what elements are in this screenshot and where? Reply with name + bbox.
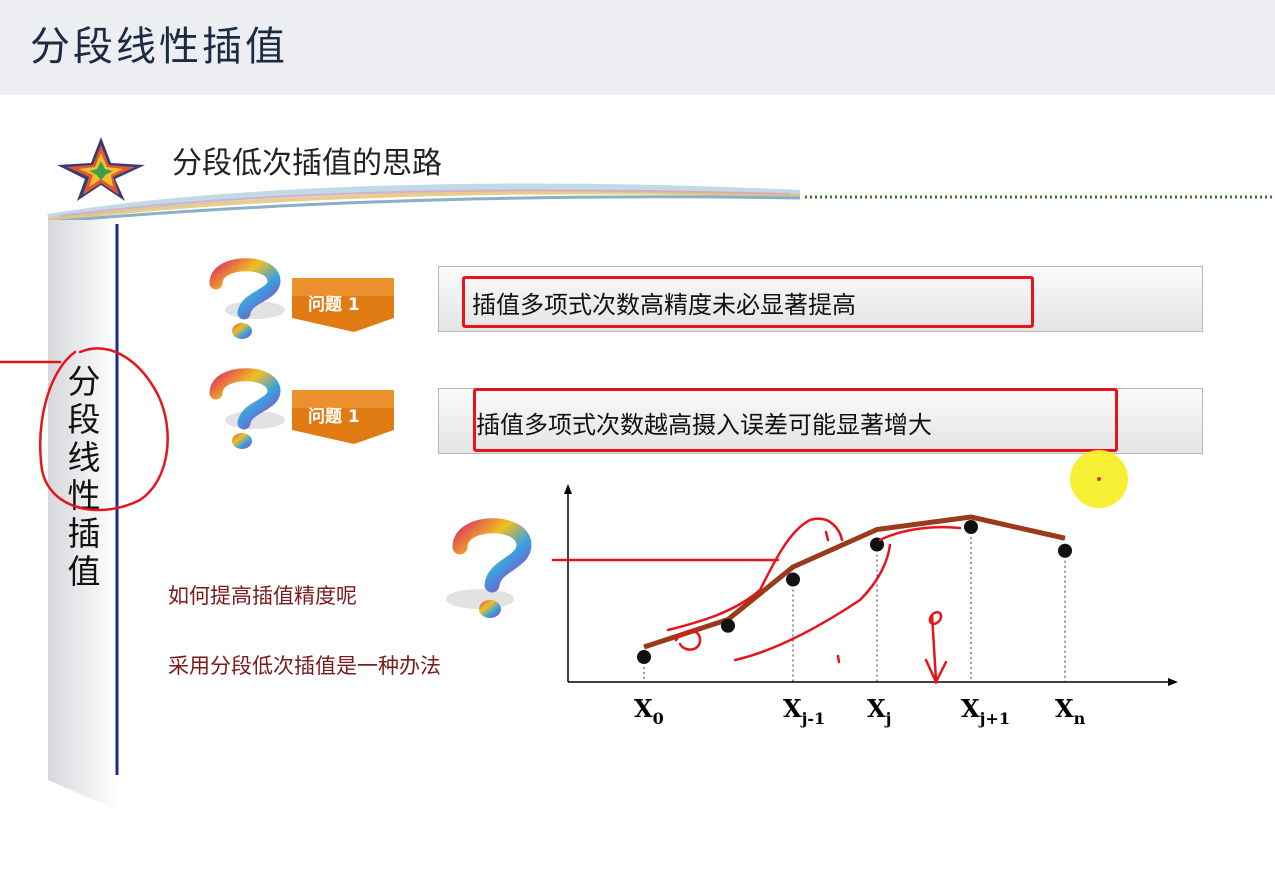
side-char: 插 [67,514,101,553]
section-title: 分段低次插值的思路 [172,146,442,181]
red-annotation-box-2 [473,388,1118,452]
annotation-stroke [836,654,841,664]
question-tag-1: 问题 1 [284,276,396,334]
note-answer: 采用分段低次插值是一种办法 [168,654,441,678]
annotation-stroke [733,543,892,662]
tag-label: 问题 1 [308,295,360,315]
side-char: 线 [67,438,101,477]
side-char: 分 [67,362,101,401]
x-tick-label: Xj-1 [783,694,825,728]
annotation-stroke [666,517,844,632]
side-panel-label: 分 段 线 性 插 值 [60,363,108,591]
page-title: 分段线性插值 [30,24,288,70]
y-axis-arrow [564,484,572,494]
x-tick-label: Xj [867,694,891,728]
side-char: 段 [67,400,101,439]
question-tag-2: 问题 1 [284,388,396,446]
cursor-highlight-icon [1070,450,1128,508]
data-point [637,650,651,664]
annotation-stroke [878,525,962,542]
annotation-arrow [924,611,948,685]
piecewise-linear-series [643,514,1066,650]
x-tick-label: X0 [634,694,664,728]
tag-label: 问题 1 [308,407,360,427]
x-axis-arrow [1168,678,1178,686]
red-annotation-box-1 [462,276,1034,328]
data-point [964,520,978,534]
data-point [786,572,800,587]
question-mark-icon [209,258,285,339]
side-char: 值 [67,552,101,591]
question-mark-icon [446,518,532,618]
data-point [1058,543,1072,558]
side-char: 性 [67,476,101,515]
data-point [870,537,884,552]
annotation-stroke [674,629,702,651]
annotation-stroke [824,530,830,542]
data-point [721,618,735,633]
x-tick-label: Xn [1055,694,1086,728]
title-underline-swoosh [47,183,1275,224]
note-how-to: 如何提高插值精度呢 [168,584,357,608]
x-tick-label: Xj+1 [961,694,1010,728]
question-mark-icon [209,368,285,449]
